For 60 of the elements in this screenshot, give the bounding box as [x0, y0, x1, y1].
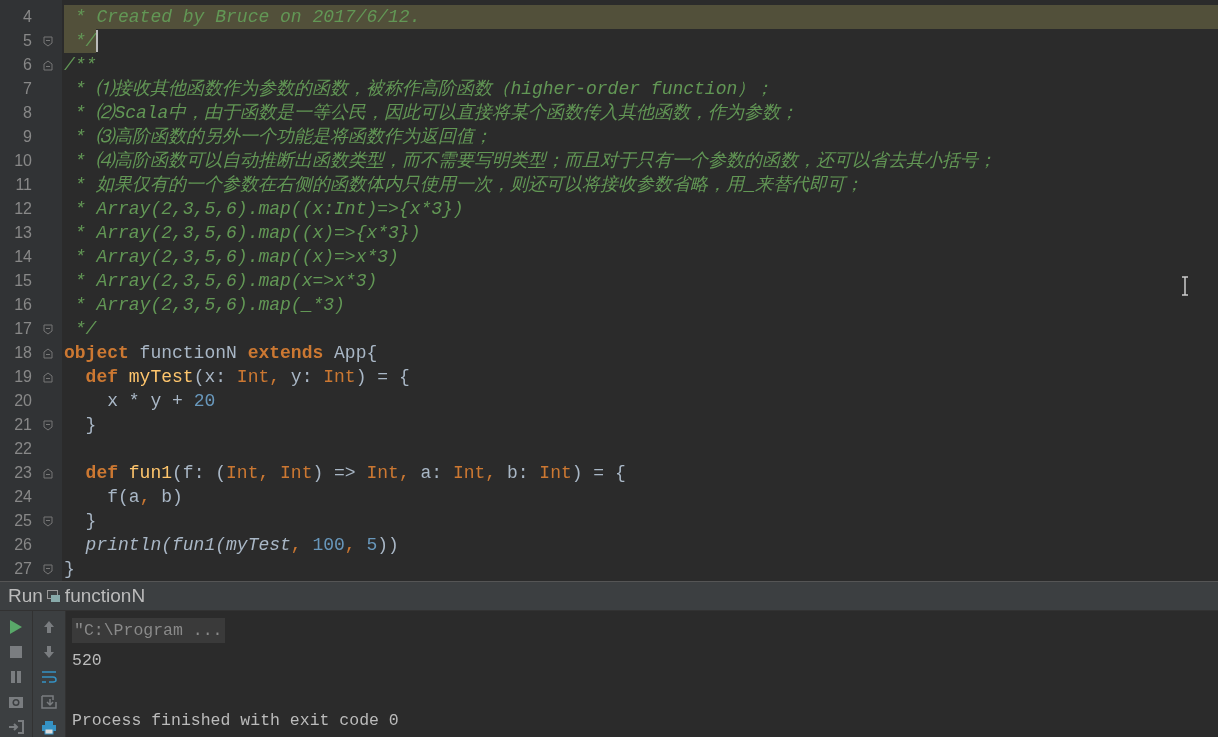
line-number: 22 [13, 440, 32, 458]
code-line: } [84, 510, 97, 533]
fold-marker-icon[interactable] [43, 371, 53, 383]
line-number: 8 [22, 104, 32, 122]
code-line: def fun1(f: (Int, Int) => Int, a: Int, b: Int) = { [84, 462, 626, 485]
line-number: 6 [22, 56, 32, 74]
code-line: */ [73, 318, 97, 341]
code-line: * ⑴接收其他函数作为参数的函数，被称作高阶函数（higher-order function）； [73, 78, 774, 101]
code-line: * Array(2,3,5,6).map((x:Int)=>{x*3}) [73, 198, 464, 221]
code-line: /** [64, 54, 97, 77]
fold-marker-icon[interactable] [43, 419, 53, 431]
console-line: 520 [72, 650, 102, 670]
code-line: * Array(2,3,5,6).map(_*3) [73, 294, 345, 317]
fold-marker-icon[interactable] [43, 347, 53, 359]
fold-marker-icon[interactable] [43, 59, 53, 71]
line-number: 15 [13, 272, 32, 290]
code-line: x * y + 20 [106, 390, 216, 413]
line-number: 11 [14, 176, 32, 194]
line-number: 24 [13, 488, 32, 506]
line-number: 13 [13, 224, 32, 242]
line-number: 25 [13, 512, 32, 530]
code-line: * 如果仅有的一个参数在右侧的函数体内只使用一次，则还可以将接收参数省略，用_来替代即可； [73, 174, 864, 197]
line-number: 12 [13, 200, 32, 218]
fold-marker-icon[interactable] [43, 515, 53, 527]
code-line: } [84, 414, 97, 437]
window-icon [46, 589, 61, 603]
code-line: def myTest(x: Int, y: Int) = { [84, 366, 410, 389]
line-number: 14 [13, 248, 32, 266]
line-number: 17 [13, 320, 32, 338]
code-line: object functionN extends App{ [64, 342, 378, 365]
fold-marker-icon[interactable] [43, 323, 53, 335]
run-config-tab[interactable]: functionN [64, 585, 146, 607]
line-number: 27 [13, 560, 32, 578]
run-panel-title: Run [8, 585, 43, 607]
line-number: 23 [13, 464, 32, 482]
code-line: * Array(2,3,5,6).map((x)=>{x*3}) [73, 222, 421, 245]
code-line: * ⑵Scala中，由于函数是一等公民，因此可以直接将某个函数传入其他函数，作为参数； [73, 102, 799, 125]
line-number: 20 [13, 392, 32, 410]
line-number: 9 [22, 128, 32, 146]
code-line: * ⑶高阶函数的另外一个功能是将函数作为返回值； [73, 126, 493, 149]
line-number: 4 [22, 8, 32, 26]
code-line: * Array(2,3,5,6).map(x=>x*3) [73, 270, 378, 293]
code-line: * ⑷高阶函数可以自动推断出函数类型，而不需要写明类型；而且对于只有一个参数的函数，还可以省去其小括号； [73, 150, 997, 173]
code-line: * Array(2,3,5,6).map((x)=>x*3) [73, 246, 399, 269]
line-number: 18 [13, 344, 32, 362]
line-number: 26 [13, 536, 32, 554]
mouse-text-cursor-icon [1181, 276, 1189, 296]
line-number: 10 [13, 152, 32, 170]
line-number: 7 [22, 80, 32, 98]
fold-marker-icon[interactable] [43, 467, 53, 479]
code-line: f(a, b) [106, 486, 183, 509]
fold-marker-icon[interactable] [43, 35, 53, 47]
console-line: Process finished with exit code 0 [72, 710, 399, 730]
line-number: 19 [13, 368, 32, 386]
line-number: 21 [13, 416, 32, 434]
fold-marker-icon[interactable] [43, 563, 53, 575]
line-number: 5 [22, 32, 32, 50]
line-number: 16 [13, 296, 32, 314]
code-line: } [64, 558, 75, 581]
code-line: println(fun1(myTest, 100, 5)) [84, 534, 399, 557]
